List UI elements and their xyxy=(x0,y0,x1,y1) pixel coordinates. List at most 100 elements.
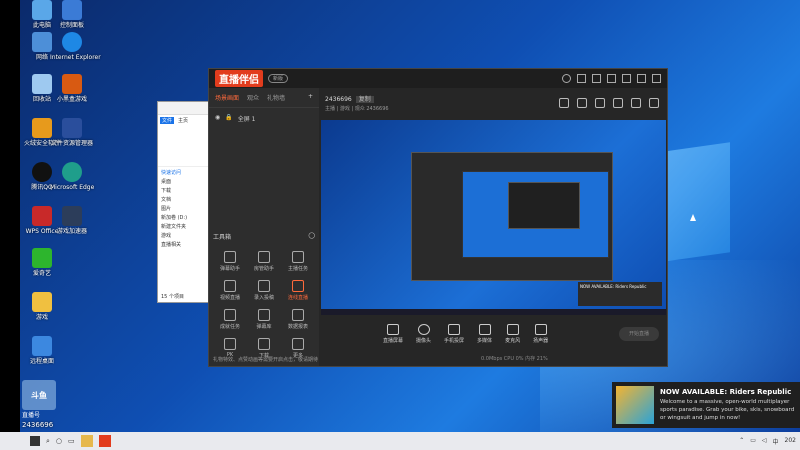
share-screen-icon[interactable] xyxy=(595,98,605,108)
copy-room-button[interactable]: 复制 xyxy=(355,96,374,103)
bell-icon[interactable] xyxy=(631,98,641,108)
network-icon[interactable]: ▭ xyxy=(750,437,756,446)
explorer-status: 15 个项目 xyxy=(161,294,184,300)
explorer-nav-item[interactable]: 下载 xyxy=(161,187,207,196)
taskview-icon[interactable]: ▭ xyxy=(68,435,75,447)
more-icon xyxy=(292,338,304,350)
lock-screen-icon[interactable] xyxy=(577,98,587,108)
explorer-nav-item[interactable]: 快速访问 xyxy=(161,169,207,178)
desktop-icon-file-explorer[interactable]: 文件资源管理器 xyxy=(50,118,94,147)
close-icon[interactable] xyxy=(652,74,661,83)
minimize-icon[interactable] xyxy=(622,74,631,83)
tool-submit[interactable]: 录入投稿 xyxy=(247,280,281,301)
room-header: 2436696 复制 主播 | 游戏 | 观众 2436696 xyxy=(321,88,667,120)
share-icon[interactable] xyxy=(649,98,659,108)
task-icon xyxy=(292,251,304,263)
explorer-nav-item[interactable]: 直播相关 xyxy=(161,241,207,250)
desktop-icon-edge[interactable]: Microsoft Edge xyxy=(50,162,94,191)
taskbar-live-app-icon[interactable] xyxy=(98,435,111,447)
app-titlebar[interactable]: 直播伴侣 新版 xyxy=(209,69,667,88)
explorer-nav-item[interactable]: 新建文件夹 xyxy=(161,223,207,232)
chevron-up-icon[interactable]: ⌃ xyxy=(739,437,744,446)
danmaku-icon xyxy=(224,251,236,263)
desktop-icon-remote-desktop[interactable]: 远程桌面 xyxy=(20,336,64,365)
preview-nested-app xyxy=(508,182,580,229)
live-preview[interactable]: NOW AVAILABLE: Riders Republic xyxy=(321,120,666,315)
desktop-icon-game-folder[interactable]: 游戏 xyxy=(20,292,64,321)
visibility-icon[interactable]: ◉ xyxy=(215,114,220,123)
game-thumbnail xyxy=(616,386,654,424)
toast-title: NOW AVAILABLE: Riders Republic xyxy=(660,388,792,396)
monitor-icon xyxy=(387,324,399,335)
explorer-nav-item[interactable]: 桌面 xyxy=(161,178,207,187)
toast-body: Welcome to a massive, open-world multipl… xyxy=(660,399,795,421)
control-camera[interactable]: 摄像头 xyxy=(416,324,431,344)
toolbox-collapse-icon[interactable]: ◯ xyxy=(308,232,315,241)
play-icon xyxy=(478,324,491,335)
layout-icon[interactable] xyxy=(559,98,569,108)
microphone-icon xyxy=(506,324,519,335)
control-media[interactable]: 多媒体 xyxy=(477,324,492,344)
search-icon[interactable]: ⌕ xyxy=(46,435,50,447)
explorer-tab-file[interactable]: 文件 xyxy=(160,117,175,124)
version-tag[interactable]: 新版 xyxy=(268,74,289,83)
live-companion-window[interactable]: 直播伴侣 新版 场景画面 观众 礼物墙 + ◉ 🔒 全屏 1 工具箱 ◯ 弹幕助… xyxy=(208,68,668,367)
explorer-nav-item[interactable]: 图片 xyxy=(161,205,207,214)
maximize-icon[interactable] xyxy=(637,74,646,83)
ime-icon[interactable]: 中 xyxy=(773,437,779,446)
control-phone-cast[interactable]: 手机投屏 xyxy=(444,324,464,344)
desktop-icon-ie[interactable]: Internet Explorer xyxy=(50,32,101,61)
desktop-icon-game-accelerator[interactable]: 游戏加速器 xyxy=(50,206,94,235)
go-live-button[interactable]: 开始直播 xyxy=(619,327,659,341)
watermark-room-id: 2436696 xyxy=(22,421,54,429)
explorer-nav-item[interactable]: 游戏 xyxy=(161,232,207,241)
tab-scene[interactable]: 场景画面 xyxy=(215,93,239,102)
control-microphone[interactable]: 麦克风 xyxy=(505,324,520,344)
windows-start-icon[interactable] xyxy=(30,436,40,446)
source-item[interactable]: ◉ 🔒 全屏 1 xyxy=(209,108,319,129)
tab-audience[interactable]: 观众 xyxy=(247,93,259,102)
explorer-nav-item[interactable]: 文档 xyxy=(161,196,207,205)
sidebar-tabs: 场景画面 观众 礼物墙 + xyxy=(209,88,319,108)
lock-icon[interactable]: 🔒 xyxy=(225,114,232,123)
tab-gift-wall[interactable]: 礼物墙 xyxy=(267,93,285,102)
tool-danmaku-assistant[interactable]: 弹幕助手 xyxy=(213,251,247,272)
volume-icon[interactable]: ◁ xyxy=(762,437,767,446)
explorer-titlebar[interactable] xyxy=(158,102,210,115)
desktop-icon-iqiyi[interactable]: 爱奇艺 xyxy=(20,248,64,277)
tool-host-task[interactable]: 主播任务 xyxy=(281,251,315,272)
explorer-nav-item[interactable]: 新加卷 (D:) xyxy=(161,214,207,223)
tool-video-live[interactable]: 视频直播 xyxy=(213,280,247,301)
skin-icon[interactable] xyxy=(592,74,601,83)
header-icons xyxy=(559,98,659,108)
preview-taskbar xyxy=(321,309,666,315)
control-screen[interactable]: 直播屏幕 xyxy=(383,324,403,344)
tool-grid: 弹幕助手 房管助手 主播任务 视频直播 录入投稿 连线直播 成就任务 弹幕库 数… xyxy=(213,251,315,359)
tool-danmaku-library[interactable]: 弹幕库 xyxy=(247,309,281,330)
taskbar-folder-icon[interactable] xyxy=(80,435,93,447)
report-icon xyxy=(292,309,304,321)
task-view-icon[interactable]: ○ xyxy=(56,435,62,447)
file-explorer-window[interactable]: 文件 主页 快速访问 桌面 下载 文档 图片 新加卷 (D:) 新建文件夹 游戏… xyxy=(157,101,211,303)
clock[interactable]: 202 xyxy=(785,437,796,446)
tool-connect-live[interactable]: 连线直播 xyxy=(281,280,315,301)
windows-taskbar: ⌕ ○ ▭ ⌃ ▭ ◁ 中 202 xyxy=(0,432,800,450)
douyu-watermark: 斗鱼 直播号 2436696 xyxy=(22,380,62,429)
explorer-tab-home[interactable]: 主页 xyxy=(178,117,188,124)
explorer-ribbon-tabs: 文件 主页 xyxy=(158,115,210,126)
notification-toast[interactable]: NOW AVAILABLE: Riders Republic Welcome t… xyxy=(612,382,800,428)
control-speaker[interactable]: 扬声器 xyxy=(533,324,548,344)
source-item-label: 全屏 1 xyxy=(237,116,256,123)
menu-icon[interactable] xyxy=(607,74,616,83)
settings-icon[interactable] xyxy=(577,74,586,83)
tool-room-manager[interactable]: 房管助手 xyxy=(247,251,281,272)
tool-achievement[interactable]: 成就任务 xyxy=(213,309,247,330)
gift-icon[interactable] xyxy=(613,98,623,108)
library-icon xyxy=(258,309,270,321)
avatar-icon[interactable] xyxy=(562,74,571,83)
tool-data-report[interactable]: 数据报表 xyxy=(281,309,315,330)
speaker-icon xyxy=(534,324,547,335)
desktop-icon-control-panel[interactable]: 控制面板 xyxy=(50,0,94,29)
add-scene-icon[interactable]: + xyxy=(308,93,313,102)
desktop-icon-game-box[interactable]: 小黑盒游戏 xyxy=(50,74,94,103)
